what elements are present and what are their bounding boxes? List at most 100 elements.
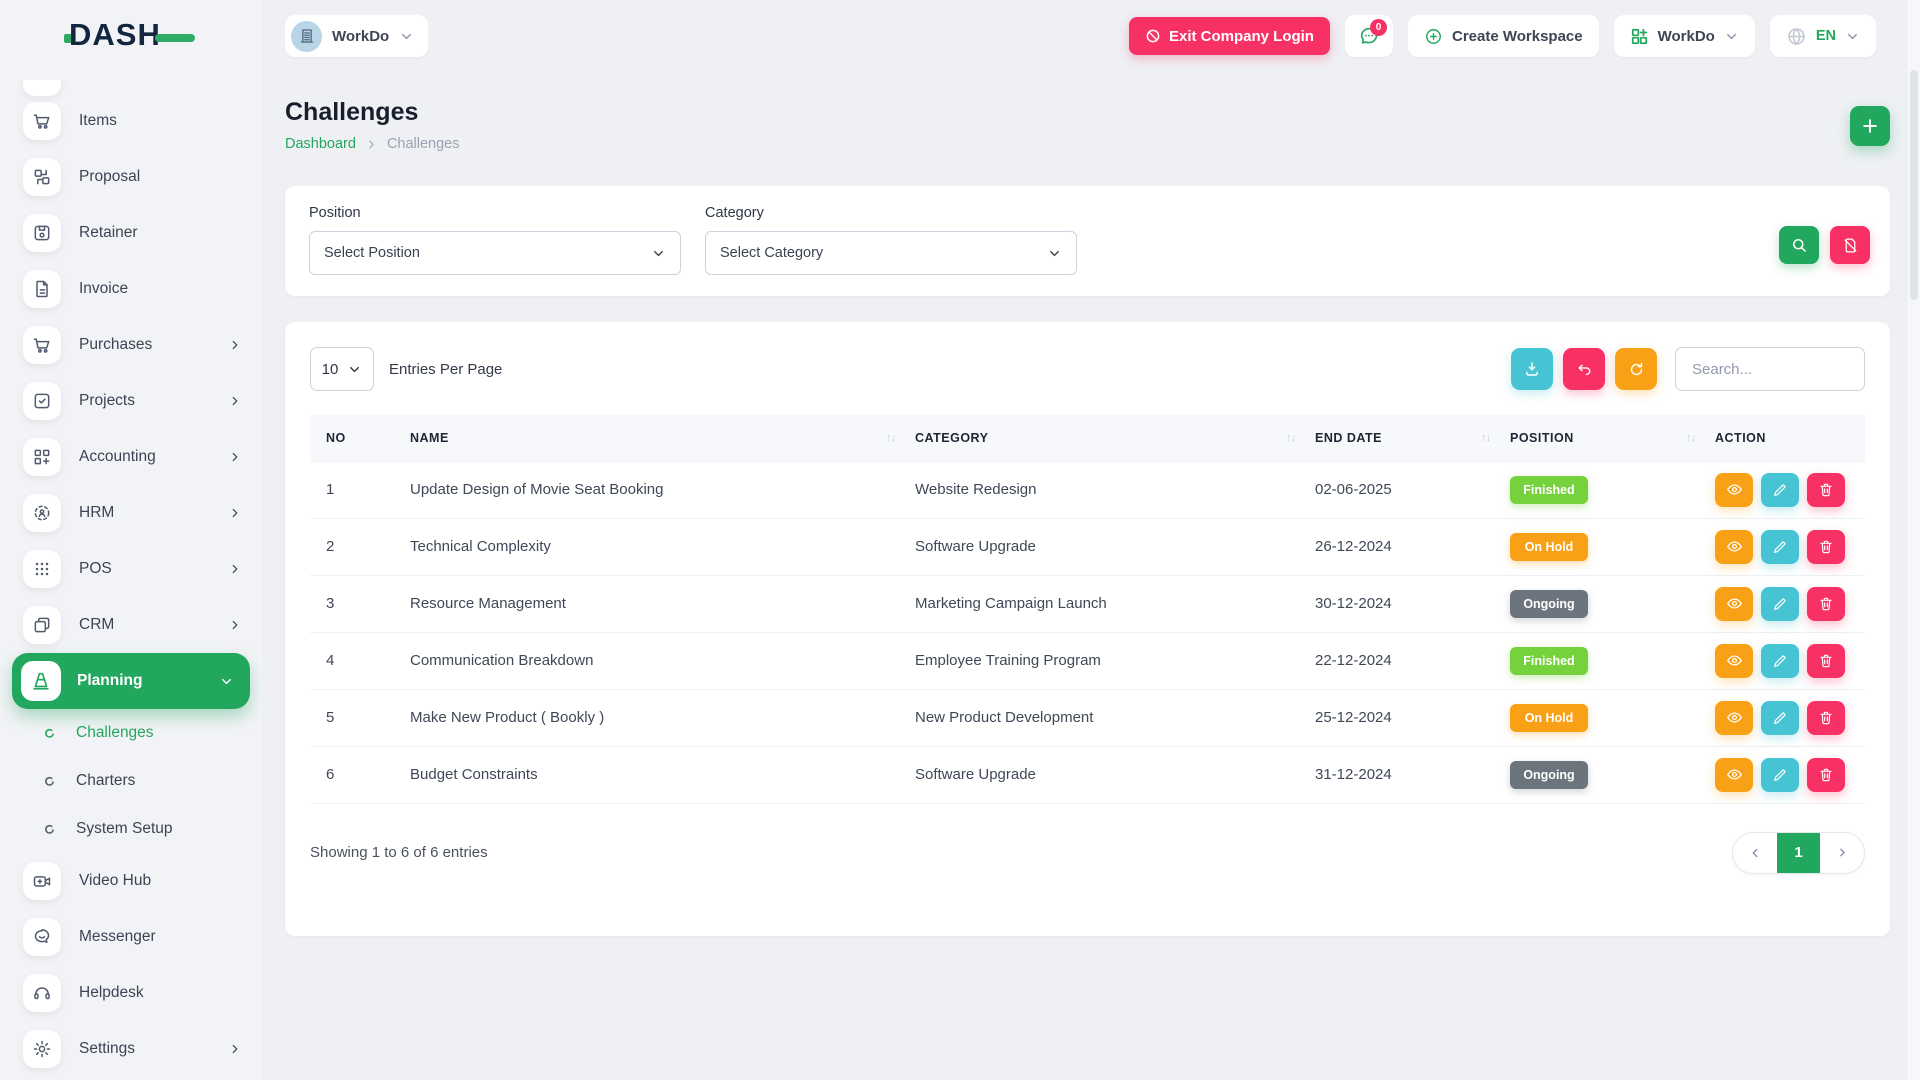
sidebar-item-helpdesk[interactable]: Helpdesk bbox=[0, 965, 262, 1021]
delete-button[interactable] bbox=[1807, 587, 1845, 621]
export-button[interactable] bbox=[1511, 348, 1553, 390]
cell-action bbox=[1705, 518, 1865, 575]
sidebar-item-crm[interactable]: CRM bbox=[0, 597, 262, 653]
cell-end-date: 02-06-2025 bbox=[1305, 461, 1500, 518]
page-scrollbar[interactable] bbox=[1906, 0, 1920, 1080]
edit-button[interactable] bbox=[1761, 758, 1799, 792]
sidebar-subitem-charters[interactable]: Charters bbox=[0, 757, 262, 805]
status-badge: Ongoing bbox=[1510, 761, 1588, 789]
exit-company-login-button[interactable]: Exit Company Login bbox=[1129, 17, 1330, 55]
position-select[interactable]: Select Position bbox=[309, 231, 681, 275]
filter-card: Position Select Position Category Select… bbox=[285, 186, 1890, 296]
scrolled-item-peek bbox=[23, 80, 61, 96]
breadcrumb-dashboard-link[interactable]: Dashboard bbox=[285, 136, 356, 152]
edit-button[interactable] bbox=[1761, 701, 1799, 735]
chevron-down-icon bbox=[651, 246, 666, 261]
chevron-right-icon bbox=[228, 562, 242, 576]
chevron-right-icon bbox=[228, 450, 242, 464]
sidebar-item-planning[interactable]: Planning bbox=[12, 653, 250, 709]
column-header-end-date[interactable]: END DATE↑↓ bbox=[1305, 415, 1500, 461]
sidebar-item-hrm[interactable]: HRM bbox=[0, 485, 262, 541]
edit-button[interactable] bbox=[1761, 644, 1799, 678]
pagination-page-1[interactable]: 1 bbox=[1777, 833, 1821, 873]
view-button[interactable] bbox=[1715, 587, 1753, 621]
chevron-right-icon bbox=[365, 138, 378, 151]
table-search-input[interactable] bbox=[1675, 347, 1865, 391]
trash-icon bbox=[1818, 539, 1834, 555]
sidebar-item-accounting[interactable]: Accounting bbox=[0, 429, 262, 485]
messages-count-badge: 0 bbox=[1370, 19, 1387, 36]
cell-no: 1 bbox=[310, 461, 400, 518]
pagination-prev-button[interactable] bbox=[1733, 833, 1777, 873]
workspace-selector[interactable]: WorkDo bbox=[285, 15, 428, 57]
building-icon bbox=[291, 21, 322, 52]
sort-icon: ↑↓ bbox=[1481, 432, 1490, 444]
language-dropdown[interactable]: EN bbox=[1770, 15, 1876, 57]
add-challenge-button[interactable] bbox=[1850, 106, 1890, 146]
scrollbar-thumb[interactable] bbox=[1910, 70, 1918, 300]
column-header-position[interactable]: POSITION↑↓ bbox=[1500, 415, 1705, 461]
column-header-category[interactable]: CATEGORY↑↓ bbox=[905, 415, 1305, 461]
edit-button[interactable] bbox=[1761, 587, 1799, 621]
circle-arc-icon bbox=[44, 824, 55, 835]
delete-button[interactable] bbox=[1807, 473, 1845, 507]
status-badge: On Hold bbox=[1510, 533, 1588, 561]
brand-name: DASH bbox=[69, 17, 161, 53]
sidebar-subitem-challenges[interactable]: Challenges bbox=[0, 709, 262, 757]
table-row: 5Make New Product ( Bookly )New Product … bbox=[310, 689, 1865, 746]
sidebar-item-pos[interactable]: POS bbox=[0, 541, 262, 597]
entries-per-page-select[interactable]: 10 bbox=[310, 347, 374, 391]
trash-icon bbox=[1818, 710, 1834, 726]
view-button[interactable] bbox=[1715, 530, 1753, 564]
refresh-button[interactable] bbox=[1615, 348, 1657, 390]
cell-end-date: 26-12-2024 bbox=[1305, 518, 1500, 575]
reset-filter-button[interactable] bbox=[1830, 226, 1870, 264]
pencil-icon bbox=[1772, 482, 1788, 498]
undo-button[interactable] bbox=[1563, 348, 1605, 390]
apply-filter-button[interactable] bbox=[1779, 226, 1819, 264]
ban-icon bbox=[1145, 28, 1161, 44]
plus-circle-icon bbox=[1424, 27, 1443, 46]
sidebar-item-settings[interactable]: Settings bbox=[0, 1021, 262, 1077]
workspace-dropdown[interactable]: WorkDo bbox=[1614, 15, 1755, 57]
pagination-next-button[interactable] bbox=[1820, 833, 1864, 873]
column-header-name[interactable]: NAME↑↓ bbox=[400, 415, 905, 461]
view-button[interactable] bbox=[1715, 758, 1753, 792]
chevron-right-icon bbox=[228, 506, 242, 520]
sort-icon: ↑↓ bbox=[1686, 432, 1695, 444]
delete-button[interactable] bbox=[1807, 530, 1845, 564]
sidebar-item-proposal[interactable]: Proposal bbox=[0, 149, 262, 205]
create-workspace-button[interactable]: Create Workspace bbox=[1408, 15, 1599, 57]
delete-button[interactable] bbox=[1807, 701, 1845, 735]
chevron-right-icon bbox=[1836, 846, 1849, 859]
cell-position: Finished bbox=[1500, 632, 1705, 689]
sidebar-subitem-system-setup[interactable]: System Setup bbox=[0, 805, 262, 853]
sidebar-item-invoice[interactable]: Invoice bbox=[0, 261, 262, 317]
circle-arc-icon bbox=[44, 776, 55, 787]
sidebar-item-messenger[interactable]: Messenger bbox=[0, 909, 262, 965]
sidebar-item-projects[interactable]: Projects bbox=[0, 373, 262, 429]
cell-position: On Hold bbox=[1500, 689, 1705, 746]
view-button[interactable] bbox=[1715, 644, 1753, 678]
cell-name: Communication Breakdown bbox=[400, 632, 905, 689]
edit-button[interactable] bbox=[1761, 530, 1799, 564]
entries-per-page-label: Entries Per Page bbox=[389, 361, 502, 378]
table-row: 3Resource ManagementMarketing Campaign L… bbox=[310, 575, 1865, 632]
cell-position: Finished bbox=[1500, 461, 1705, 518]
edit-button[interactable] bbox=[1761, 473, 1799, 507]
eye-icon bbox=[1726, 766, 1743, 783]
view-button[interactable] bbox=[1715, 473, 1753, 507]
accounting-icon bbox=[23, 438, 61, 476]
sidebar-item-items[interactable]: Items bbox=[0, 93, 262, 149]
category-select[interactable]: Select Category bbox=[705, 231, 1077, 275]
table-row: 4Communication BreakdownEmployee Trainin… bbox=[310, 632, 1865, 689]
view-button[interactable] bbox=[1715, 701, 1753, 735]
sidebar-item-retainer[interactable]: Retainer bbox=[0, 205, 262, 261]
sidebar-item-video-hub[interactable]: Video Hub bbox=[0, 853, 262, 909]
messages-button[interactable]: 0 bbox=[1345, 15, 1393, 57]
delete-button[interactable] bbox=[1807, 644, 1845, 678]
sidebar-item-purchases[interactable]: Purchases bbox=[0, 317, 262, 373]
delete-button[interactable] bbox=[1807, 758, 1845, 792]
cell-action bbox=[1705, 746, 1865, 803]
chevron-right-icon bbox=[228, 394, 242, 408]
